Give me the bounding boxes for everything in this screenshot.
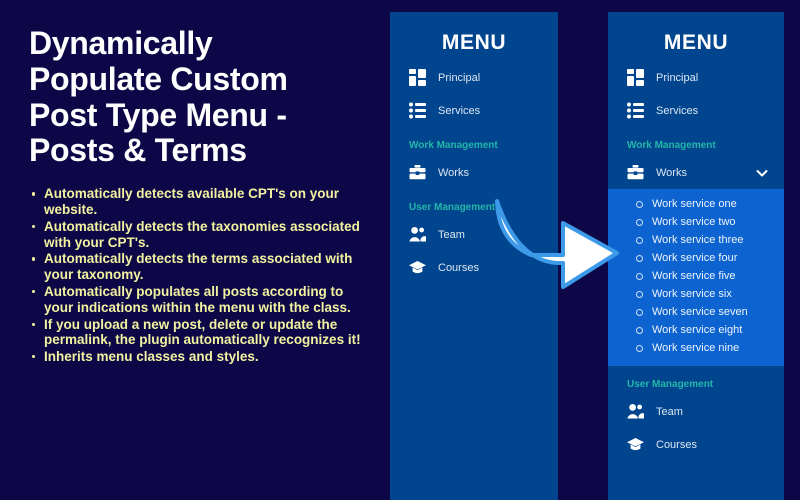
submenu-item[interactable]: Work service eight — [608, 321, 784, 339]
submenu-item-label: Work service three — [652, 234, 744, 246]
menu-item-courses[interactable]: Courses — [608, 428, 784, 461]
circle-bullet-icon — [636, 308, 643, 316]
menu-panel-after: MENU Principal Services Work Management — [608, 12, 784, 500]
menu-item-label: Courses — [438, 261, 479, 274]
menu-item-principal[interactable]: Principal — [608, 61, 784, 94]
list-item: Automatically detects the terms associat… — [29, 251, 376, 283]
people-icon — [627, 403, 644, 420]
menu-item-label: Courses — [656, 438, 697, 451]
people-icon — [409, 226, 426, 243]
circle-bullet-icon — [636, 254, 643, 262]
menu-heading: MENU — [663, 31, 729, 54]
circle-bullet-icon — [636, 344, 643, 352]
menu-item-label: Team — [656, 405, 683, 418]
menu-group-work-management: Work Management — [627, 140, 716, 151]
submenu-item-label: Work service four — [652, 252, 738, 264]
list-item: Automatically detects available CPT's on… — [29, 186, 376, 218]
menu-heading: MENU — [441, 31, 507, 54]
list-item: Automatically populates all posts accord… — [29, 284, 376, 316]
menu-item-team[interactable]: Team — [608, 395, 784, 428]
menu-item-label: Works — [438, 166, 469, 179]
submenu-item-label: Work service six — [652, 288, 732, 300]
menu-item-services[interactable]: Services — [608, 94, 784, 127]
menu-item-works[interactable]: Works — [608, 156, 784, 189]
circle-bullet-icon — [636, 272, 643, 280]
menu-item-services[interactable]: Services — [390, 94, 558, 127]
list-item: Inherits menu classes and styles. — [29, 349, 376, 365]
submenu-item[interactable]: Work service three — [608, 231, 784, 249]
submenu-item-label: Work service seven — [652, 306, 748, 318]
right-arrow-icon — [495, 193, 623, 305]
page-title: Dynamically Populate Custom Post Type Me… — [29, 25, 288, 169]
submenu-item-label: Work service one — [652, 198, 737, 210]
submenu-item-label: Work service eight — [652, 324, 743, 336]
submenu-item[interactable]: Work service four — [608, 249, 784, 267]
submenu-item[interactable]: Work service five — [608, 267, 784, 285]
submenu-item-label: Work service two — [652, 216, 736, 228]
list-icon — [627, 102, 644, 119]
works-submenu: Work service one Work service two Work s… — [608, 189, 784, 366]
menu-item-label: Services — [438, 104, 481, 117]
submenu-item-label: Work service five — [652, 270, 736, 282]
circle-bullet-icon — [636, 200, 643, 208]
menu-group-user-management: User Management — [627, 379, 714, 390]
briefcase-icon — [409, 164, 426, 181]
dashboard-icon — [627, 69, 644, 86]
submenu-item[interactable]: Work service six — [608, 285, 784, 303]
circle-bullet-icon — [636, 236, 643, 244]
menu-item-label: Services — [656, 104, 699, 117]
submenu-item[interactable]: Work service nine — [608, 339, 784, 357]
graduation-cap-icon — [409, 259, 426, 276]
menu-item-works[interactable]: Works — [390, 156, 558, 189]
feature-list: Automatically detects available CPT's on… — [29, 186, 376, 365]
circle-bullet-icon — [636, 218, 643, 226]
menu-item-label: Team — [438, 228, 465, 241]
menu-item-label: Principal — [656, 71, 699, 84]
circle-bullet-icon — [636, 326, 643, 334]
menu-item-label: Works — [656, 166, 687, 179]
promo-panel: Dynamically Populate Custom Post Type Me… — [0, 0, 390, 500]
menu-item-label: Principal — [438, 71, 481, 84]
menu-group-work-management: Work Management — [409, 140, 498, 151]
list-icon — [409, 102, 426, 119]
submenu-item[interactable]: Work service two — [608, 213, 784, 231]
briefcase-icon — [627, 164, 644, 181]
dashboard-icon — [409, 69, 426, 86]
chevron-down-icon[interactable] — [756, 167, 768, 179]
list-item: If you upload a new post, delete or upda… — [29, 317, 376, 349]
graduation-cap-icon — [627, 436, 644, 453]
submenu-item-label: Work service nine — [652, 342, 740, 354]
submenu-item[interactable]: Work service seven — [608, 303, 784, 321]
submenu-item[interactable]: Work service one — [608, 195, 784, 213]
list-item: Automatically detects the taxonomies ass… — [29, 219, 376, 251]
menu-item-principal[interactable]: Principal — [390, 61, 558, 94]
circle-bullet-icon — [636, 290, 643, 298]
